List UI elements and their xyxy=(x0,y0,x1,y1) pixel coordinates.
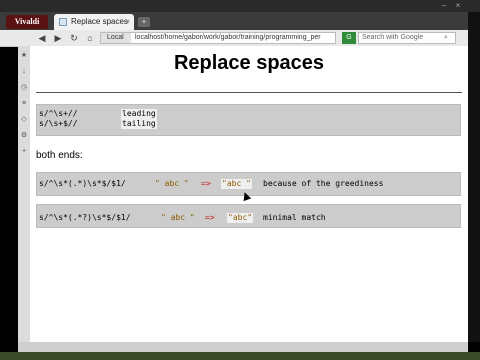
code-tailing-note: tailing xyxy=(121,119,157,129)
code-greedy-input: " abc " xyxy=(155,179,189,188)
search-icon[interactable]: ⌕ xyxy=(444,34,448,42)
forward-icon[interactable]: ▶ xyxy=(52,32,64,44)
back-icon[interactable]: ◀ xyxy=(36,32,48,44)
code-greedy-comment: because of the greediness xyxy=(263,179,384,188)
downloads-icon[interactable]: ↓ xyxy=(20,68,28,76)
code-greedy-arrow: => xyxy=(201,179,211,188)
browser-logo[interactable]: Vivaldi xyxy=(6,15,48,29)
tab-replace-spaces[interactable]: Replace spaces × xyxy=(54,14,134,30)
both-ends-label: both ends: xyxy=(36,150,83,161)
notes-icon[interactable]: ≡ xyxy=(20,100,28,108)
code-minimal-output: "abc" xyxy=(227,213,254,223)
code-minimal-arrow: => xyxy=(205,213,215,222)
code-block-leading-tailing: s/^\s+// leading s/\s+$// tailing xyxy=(36,104,461,136)
code-minimal-comment: minimal match xyxy=(263,213,326,222)
title-divider xyxy=(36,92,462,93)
tab-strip: Vivaldi Replace spaces × + xyxy=(0,12,468,30)
vertical-scrollbar[interactable] xyxy=(468,12,480,342)
home-icon[interactable]: ⌂ xyxy=(84,32,96,44)
tab-close-icon[interactable]: × xyxy=(125,14,130,30)
page-favicon-icon xyxy=(59,18,67,26)
site-identity[interactable]: Local xyxy=(101,33,131,43)
minimize-icon[interactable]: – xyxy=(440,2,448,10)
code-minimal-regex: s/^\s*(.*?)\s*$/$1/ xyxy=(39,213,131,222)
code-leading-note: leading xyxy=(121,109,157,119)
address-bar[interactable]: Local localhost/home/gabor/work/gabor/tr… xyxy=(100,32,336,44)
bookmarks-icon[interactable]: ★ xyxy=(20,52,28,60)
screen: – × Vivaldi Replace spaces × + ◀ ▶ ↻ ⌂ L… xyxy=(0,0,480,360)
code-greedy-output: "abc " xyxy=(221,179,252,189)
panel-icon[interactable]: ◇ xyxy=(20,116,28,124)
window-titlebar: – × xyxy=(0,0,480,12)
history-icon[interactable]: ◷ xyxy=(20,84,28,92)
search-input[interactable]: Search with Google xyxy=(358,32,456,44)
status-bar xyxy=(18,342,468,352)
code-minimal-input: " abc " xyxy=(161,213,195,222)
url-text[interactable]: localhost/home/gabor/work/gabor/training… xyxy=(135,33,333,43)
search-engine-icon[interactable]: G xyxy=(342,32,356,44)
code-tailing: s/\s+$// xyxy=(39,119,78,128)
new-tab-button[interactable]: + xyxy=(138,17,150,27)
add-panel-icon[interactable]: + xyxy=(20,148,28,156)
desktop-background xyxy=(0,352,480,360)
code-block-minimal: s/^\s*(.*?)\s*$/$1/ " abc " => "abc" min… xyxy=(36,204,461,228)
tab-label: Replace spaces xyxy=(71,17,128,26)
code-leading: s/^\s+// xyxy=(39,109,78,118)
page-content: Replace spaces s/^\s+// leading s/\s+$//… xyxy=(30,46,468,342)
side-panel: ★ ↓ ◷ ≡ ◇ ⚙ + xyxy=(18,46,30,342)
page-title: Replace spaces xyxy=(173,52,325,74)
browser-toolbar: ◀ ▶ ↻ ⌂ Local localhost/home/gabor/work/… xyxy=(0,30,468,47)
settings-icon[interactable]: ⚙ xyxy=(20,132,28,140)
reload-icon[interactable]: ↻ xyxy=(68,32,80,44)
close-window-icon[interactable]: × xyxy=(454,2,462,10)
code-greedy-regex: s/^\s*(.*)\s*$/$1/ xyxy=(39,179,126,188)
